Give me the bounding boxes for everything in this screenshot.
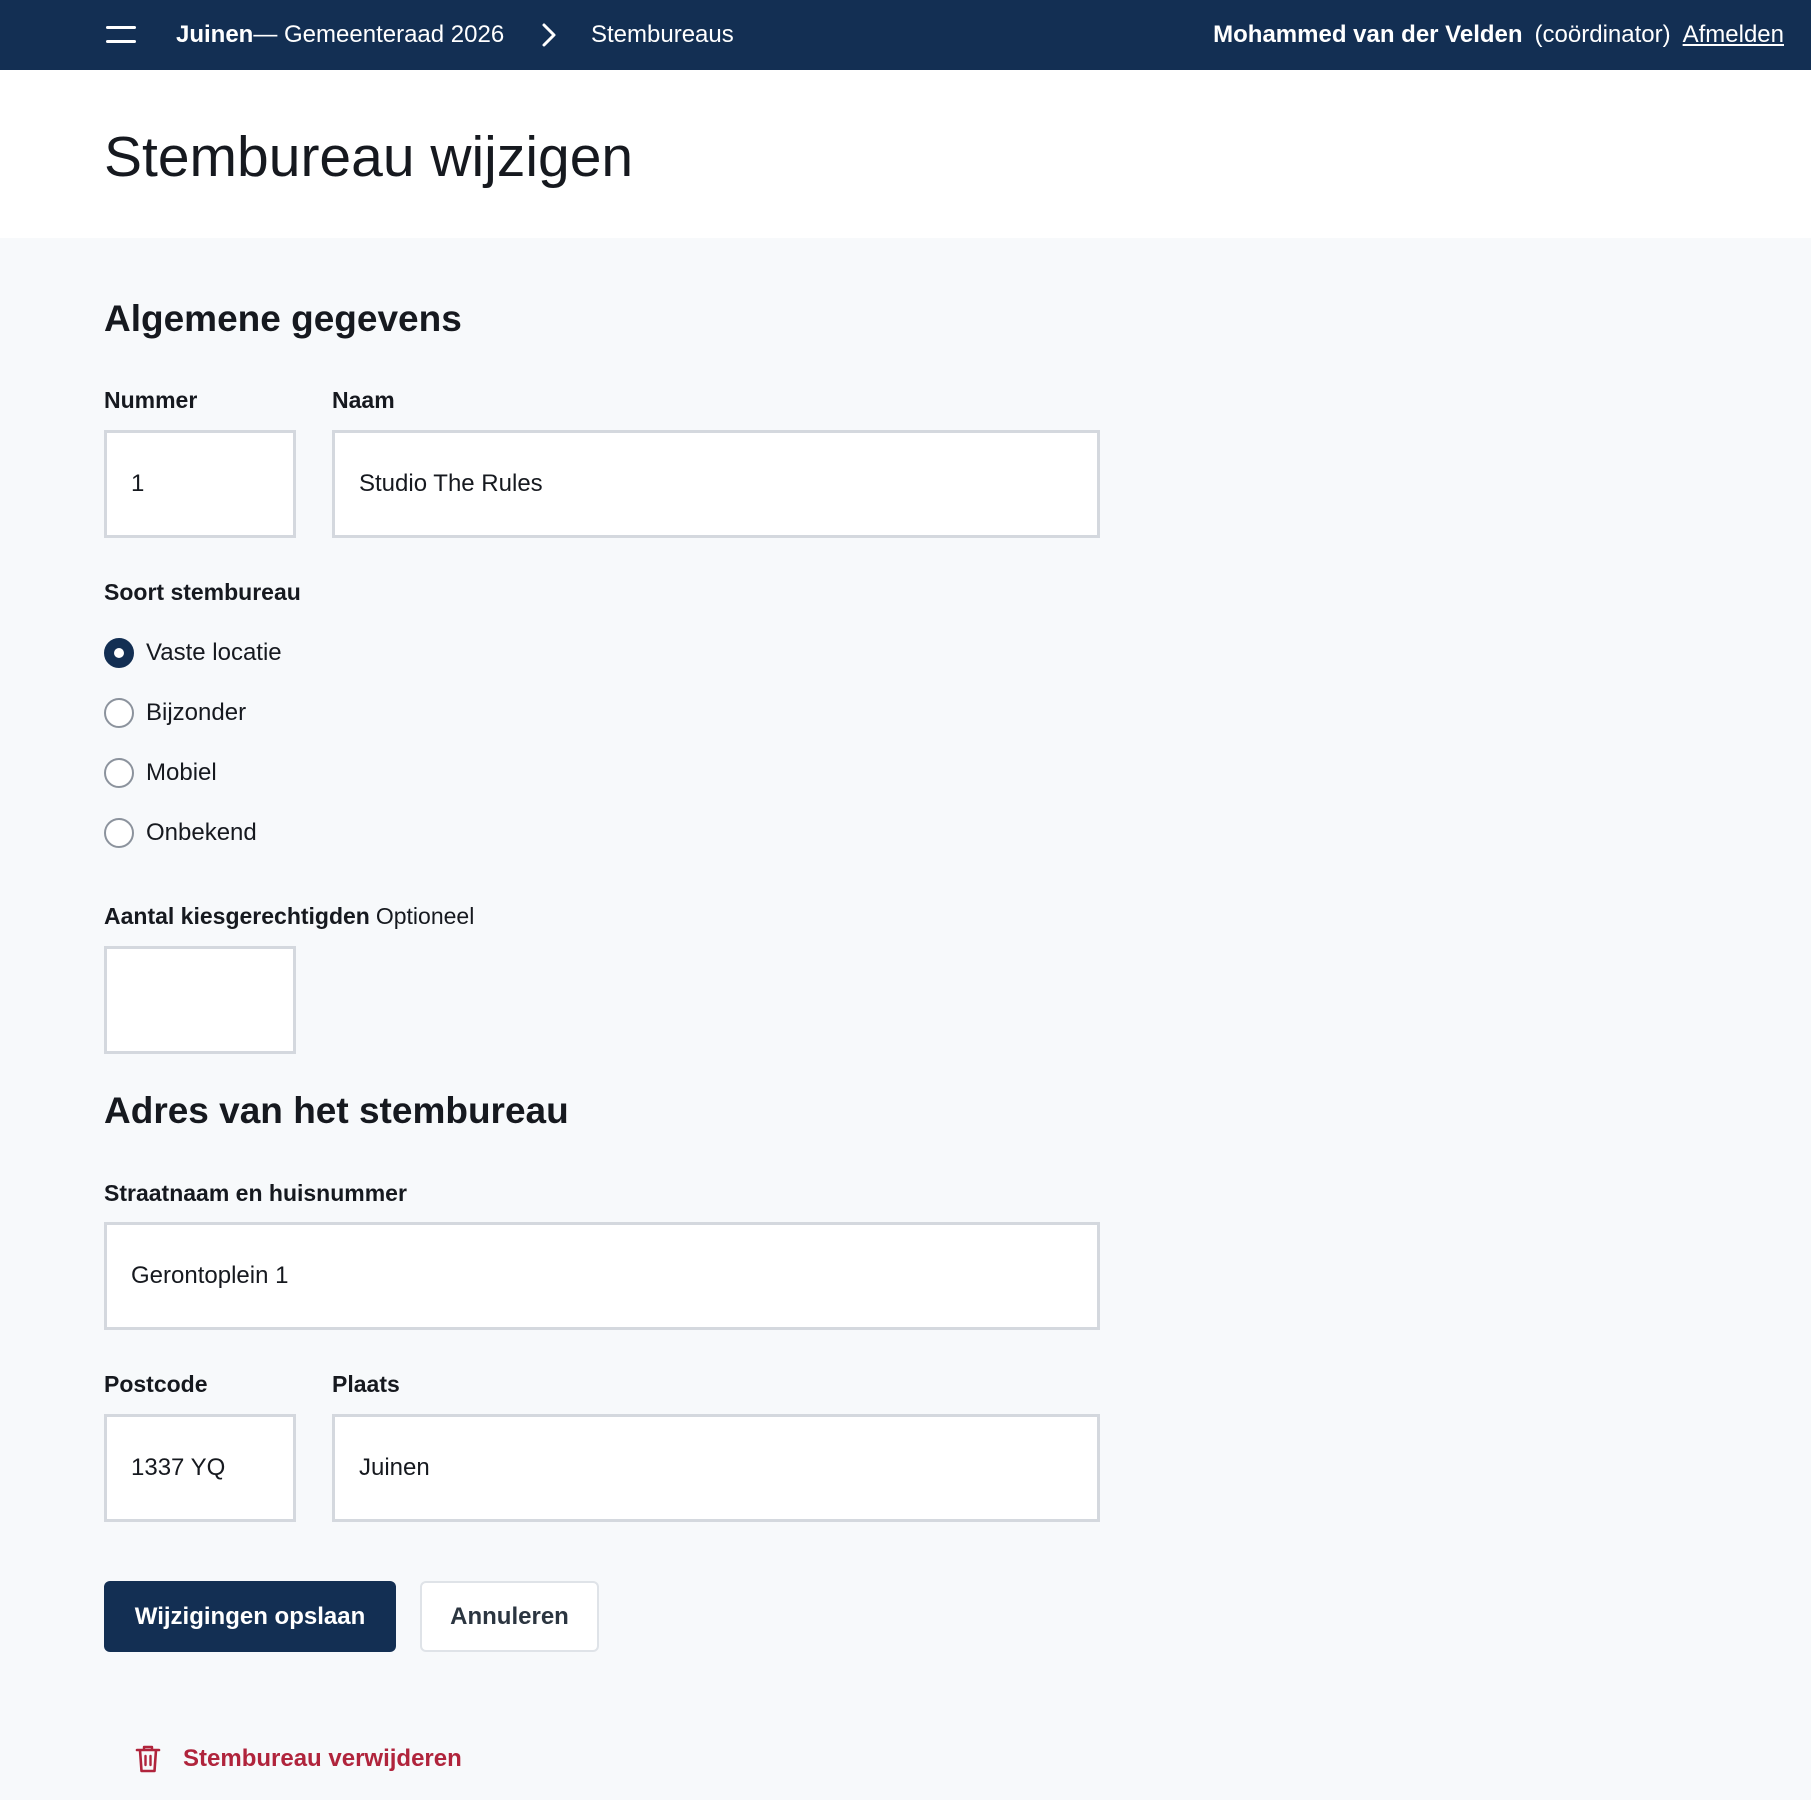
page-title: Stembureau wijzigen	[104, 125, 634, 189]
radio-unchecked-icon[interactable]	[104, 818, 134, 848]
breadcrumb-stembureaus[interactable]: Stembureaus	[591, 0, 734, 70]
number-input[interactable]	[104, 430, 296, 538]
name-input[interactable]	[332, 430, 1100, 538]
radio-checked-icon[interactable]	[104, 638, 134, 668]
top-navigation-bar: Juinen — Gemeenteraad 2026 Stembureaus M…	[0, 0, 1811, 70]
cancel-button[interactable]: Annuleren	[420, 1581, 599, 1652]
optional-hint: Optioneel	[375, 903, 475, 929]
polling-type-label: Soort stembureau	[104, 579, 301, 605]
voters-label: Aantal kiesgerechtigden Optioneel	[104, 903, 474, 930]
trash-icon	[135, 1745, 161, 1773]
street-label: Straatnaam en huisnummer	[104, 1180, 407, 1206]
page-header: Stembureau wijzigen	[0, 70, 1811, 238]
radio-mobiel[interactable]: Mobiel	[104, 756, 217, 790]
chevron-right-icon	[540, 0, 558, 70]
radio-label: Vaste locatie	[146, 639, 282, 666]
radio-onbekend[interactable]: Onbekend	[104, 816, 257, 850]
radio-vaste-locatie[interactable]: Vaste locatie	[104, 636, 282, 670]
logout-link[interactable]: Afmelden	[1683, 21, 1784, 49]
hamburger-menu-icon[interactable]	[104, 22, 138, 48]
postcode-input[interactable]	[104, 1414, 296, 1522]
breadcrumb-election[interactable]: Juinen — Gemeenteraad 2026	[176, 0, 504, 70]
user-role: (coördinator)	[1534, 21, 1671, 48]
save-button[interactable]: Wijzigingen opslaan	[104, 1581, 396, 1652]
city-label: Plaats	[332, 1371, 400, 1397]
radio-bijzonder[interactable]: Bijzonder	[104, 696, 246, 730]
city-input[interactable]	[332, 1414, 1100, 1522]
delete-polling-station-button[interactable]: Stembureau verwijderen	[135, 1744, 462, 1774]
delete-label: Stembureau verwijderen	[183, 1745, 462, 1772]
postcode-label: Postcode	[104, 1371, 208, 1397]
user-info: Mohammed van der Velden (coördinator) Af…	[1213, 0, 1784, 70]
radio-label: Mobiel	[146, 759, 217, 786]
section-heading-general: Algemene gegevens	[104, 298, 462, 339]
radio-unchecked-icon[interactable]	[104, 758, 134, 788]
section-heading-address: Adres van het stembureau	[104, 1090, 569, 1131]
street-input[interactable]	[104, 1222, 1100, 1330]
voters-input[interactable]	[104, 946, 296, 1054]
radio-label: Onbekend	[146, 819, 257, 846]
breadcrumb-election-name: — Gemeenteraad 2026	[253, 21, 505, 48]
user-name: Mohammed van der Velden	[1213, 21, 1523, 48]
radio-unchecked-icon[interactable]	[104, 698, 134, 728]
radio-label: Bijzonder	[146, 699, 247, 726]
breadcrumb-municipality: Juinen	[176, 21, 254, 48]
voters-label-text: Aantal kiesgerechtigden	[104, 903, 370, 929]
name-label: Naam	[332, 387, 395, 413]
number-label: Nummer	[104, 387, 198, 413]
